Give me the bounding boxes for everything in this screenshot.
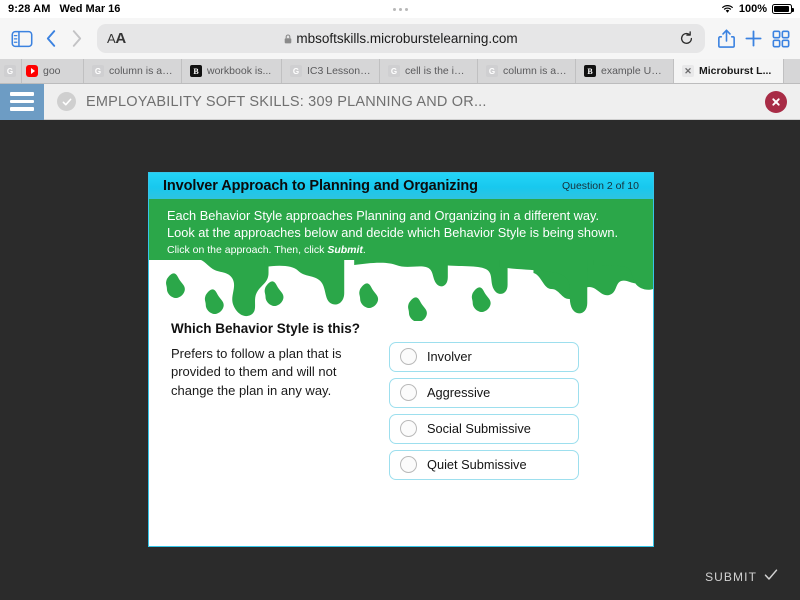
tab-label: IC3 Lesson 1... <box>307 65 371 77</box>
ios-status-bar: 9:28 AM Wed Mar 16 100% <box>0 0 800 18</box>
quiz-card-header: Involver Approach to Planning and Organi… <box>149 173 653 199</box>
forward-button[interactable] <box>68 28 84 50</box>
battery-percent-label: 100% <box>738 3 767 15</box>
instructions-block: Each Behavior Style approaches Planning … <box>149 199 653 260</box>
tab-label: goo <box>43 65 61 77</box>
answer-option[interactable]: Aggressive <box>389 377 579 408</box>
ellipsis-icon <box>392 7 408 11</box>
question-description: Prefers to follow a plan that is provide… <box>171 345 342 398</box>
close-circle-icon[interactable] <box>765 90 787 113</box>
radio-button-icon[interactable] <box>400 384 417 402</box>
tab-favicon-g-icon: G <box>290 65 302 77</box>
reload-icon[interactable] <box>679 30 695 47</box>
browser-tab[interactable]: Bexample UR... <box>576 59 674 83</box>
lesson-stage: Involver Approach to Planning and Organi… <box>0 121 800 600</box>
answer-option-label: Quiet Submissive <box>427 457 527 473</box>
tab-favicon-g-icon: G <box>4 65 16 77</box>
tab-favicon-blk-icon: B <box>190 65 202 77</box>
question-title: Which Behavior Style is this? <box>171 320 361 336</box>
answer-option-label: Involver <box>427 349 472 365</box>
quiz-card: Involver Approach to Planning and Organi… <box>148 172 654 547</box>
submit-button[interactable]: SUBMIT <box>705 568 778 585</box>
radio-button-icon[interactable] <box>400 456 417 474</box>
tab-favicon-g-icon: G <box>92 65 104 77</box>
new-tab-icon[interactable] <box>744 29 763 48</box>
lock-icon <box>284 33 292 44</box>
radio-button-icon[interactable] <box>400 420 417 438</box>
answer-option[interactable]: Quiet Submissive <box>389 449 579 480</box>
status-bar-date: Wed Mar 16 <box>59 3 121 15</box>
sidebar-toggle-icon[interactable] <box>10 29 34 49</box>
tab-label: example UR... <box>601 65 665 77</box>
browser-tab[interactable]: G IC3 Lesson 1... <box>282 59 380 83</box>
address-bar[interactable]: AA mbsoftskills.microburstelearning.com <box>97 24 705 53</box>
instruction-line-2: Look at the approaches below and decide … <box>167 224 619 240</box>
browser-tab[interactable]: Gcolumn is a v... <box>478 59 576 83</box>
tab-favicon-g-icon: G <box>486 65 498 77</box>
browser-tab[interactable]: Bworkbook is... <box>182 59 282 83</box>
text-size-button[interactable]: AA <box>107 30 126 47</box>
instruction-line-3: Click on the approach. Then, click Submi… <box>167 244 635 256</box>
browser-tab[interactable]: ✕ Microburst L... <box>674 59 784 83</box>
url-text: mbsoftskills.microburstelearning.com <box>296 31 518 46</box>
tab-label: column is a v... <box>109 65 173 77</box>
status-bar-right: 100% <box>721 3 794 15</box>
check-circle-icon <box>57 92 76 111</box>
slime-drip-decoration <box>149 258 653 321</box>
hamburger-menu-icon[interactable] <box>0 83 44 120</box>
instruction-line-3-after: . <box>362 243 366 256</box>
browser-tab[interactable]: goo <box>22 59 84 83</box>
wifi-icon <box>721 4 734 14</box>
check-icon <box>764 568 778 585</box>
answer-option[interactable]: Involver <box>389 341 579 372</box>
tab-label: workbook is... <box>207 65 272 77</box>
tab-label: Microburst L... <box>699 65 772 77</box>
tab-label: cell is the int... <box>405 65 469 77</box>
app-root: 9:28 AM Wed Mar 16 100% AA mbsoftskills.… <box>0 0 800 600</box>
share-icon[interactable] <box>718 28 735 49</box>
browser-toolbar: AA mbsoftskills.microburstelearning.com <box>0 18 800 59</box>
tab-favicon-g-icon: G <box>388 65 400 77</box>
answer-option[interactable]: Social Submissive <box>389 413 579 444</box>
tab-overview-icon[interactable] <box>772 30 790 48</box>
tab-favicon-x-icon: ✕ <box>682 65 694 77</box>
question-counter: Question 2 of 10 <box>561 180 639 192</box>
tab-favicon-blk-icon: B <box>584 65 596 77</box>
radio-button-icon[interactable] <box>400 348 417 366</box>
browser-tab[interactable]: Gcell is the int... <box>380 59 478 83</box>
instruction-submit-emphasis: Submit <box>327 243 363 256</box>
instruction-line-1: Each Behavior Style approaches Planning … <box>167 208 600 223</box>
answer-options-list: Involver Aggressive Social Submissive Quiet… <box>389 341 579 486</box>
answer-option-label: Social Submissive <box>427 421 531 437</box>
question-body: Which Behavior Style is this? Prefers to… <box>149 320 653 546</box>
browser-tab[interactable]: Gcolumn is a v... <box>84 59 182 83</box>
quiz-header-title: Involver Approach to Planning and Organi… <box>163 178 478 194</box>
tab-bar: Ggoo Gcolumn is a v... Bworkbook is... G IC3… <box>0 59 800 84</box>
tab-label: column is a v... <box>503 65 567 77</box>
submit-button-label: SUBMIT <box>705 569 757 584</box>
instruction-line-3-before: Click on the approach. Then, click <box>167 243 328 256</box>
page-title: EMPLOYABILITY SOFT SKILLS: 309 PLANNING … <box>86 93 487 110</box>
battery-full-icon <box>772 4 794 14</box>
back-button[interactable] <box>43 28 59 50</box>
status-bar-time: 9:28 AM <box>8 3 51 15</box>
browser-tab[interactable]: G <box>0 59 22 83</box>
address-bar-content: mbsoftskills.microburstelearning.com <box>97 24 705 53</box>
answer-option-label: Aggressive <box>427 385 491 401</box>
course-header-bar: EMPLOYABILITY SOFT SKILLS: 309 PLANNING … <box>0 83 800 120</box>
tab-favicon-yt-icon <box>26 65 38 77</box>
